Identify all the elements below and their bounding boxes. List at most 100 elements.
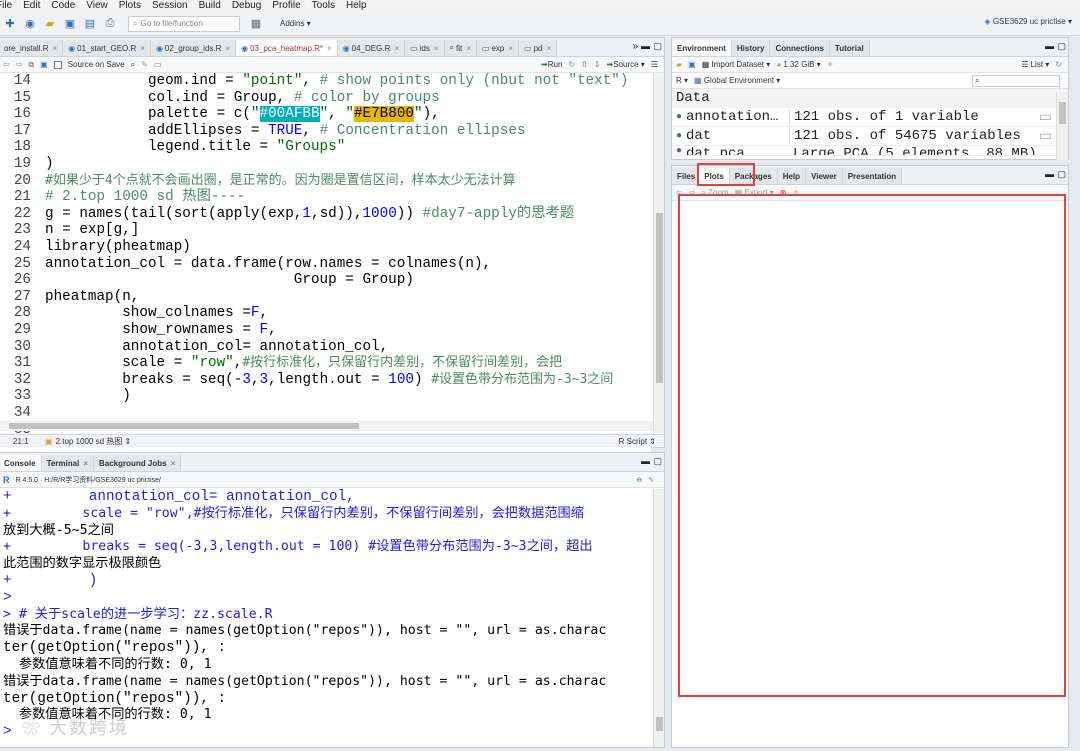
minimize-icon[interactable]: ▬: [641, 456, 650, 466]
goto-file-input[interactable]: ⌕ Go to file/function: [128, 15, 240, 32]
table-view-icon[interactable]: ▭: [1039, 109, 1052, 126]
save-icon[interactable]: ▣: [40, 60, 48, 69]
memory-usage[interactable]: ◕ 1.32 GiB ▾: [776, 60, 820, 69]
tab-exp[interactable]: ▭ exp ×: [476, 40, 520, 56]
tab-terminal[interactable]: Terminal ×: [41, 455, 94, 471]
editor-scrollbar[interactable]: [653, 73, 664, 435]
menu-session[interactable]: Session: [152, 0, 188, 12]
close-icon[interactable]: ×: [171, 459, 176, 468]
tab-connections[interactable]: Connections: [770, 40, 830, 56]
notebook-icon[interactable]: ▭: [154, 60, 162, 69]
env-scrollbar[interactable]: [1056, 92, 1068, 160]
env-row[interactable]: ● annotation… 121 obs. of 1 variable ▭: [672, 108, 1068, 127]
editor-hscroll-thumb[interactable]: [9, 423, 359, 429]
close-icon[interactable]: ×: [52, 44, 57, 53]
close-icon[interactable]: ×: [140, 44, 145, 53]
print-icon[interactable]: ⎙: [102, 17, 118, 31]
open-folder-icon[interactable]: ▰: [42, 17, 58, 31]
close-icon[interactable]: ×: [327, 44, 332, 53]
maximize-icon[interactable]: ▢: [1057, 41, 1066, 52]
maximize-icon[interactable]: ▢: [653, 456, 662, 467]
addins-menu[interactable]: Addins ▾: [280, 19, 311, 28]
menu-plots[interactable]: Plots: [119, 0, 141, 12]
menu-view[interactable]: View: [86, 0, 108, 12]
tab-console[interactable]: Console: [0, 455, 42, 471]
console-scrollbar[interactable]: [653, 489, 664, 747]
wand-icon[interactable]: ✎: [141, 60, 148, 69]
more-tabs-icon[interactable]: »: [632, 41, 638, 52]
env-row[interactable]: ● dat.pca Large PCA (5 elements, 88 MB): [672, 146, 1068, 156]
rerun-icon[interactable]: ↻: [568, 60, 575, 69]
env-search-input[interactable]: ⌕: [972, 74, 1060, 87]
tab-history[interactable]: History: [731, 40, 771, 56]
source-button[interactable]: ➡Source ▾: [607, 60, 645, 69]
tab-tutorial[interactable]: Tutorial: [829, 40, 870, 56]
code-editor[interactable]: 14 15 16 17 18 19 20 21 22 23 24 25 26 27 28 29 30 31 32 33…: [0, 73, 651, 463]
menu-edit[interactable]: Edit: [23, 0, 40, 12]
menu-debug[interactable]: Debug: [232, 0, 261, 12]
back-icon[interactable]: ⇦: [3, 60, 10, 69]
close-icon[interactable]: ×: [83, 459, 88, 468]
clear-console-icon[interactable]: ✎: [648, 476, 654, 484]
table-view-icon[interactable]: ▭: [1039, 128, 1052, 145]
env-row[interactable]: ● dat 121 obs. of 54675 variables ▭: [672, 127, 1068, 146]
tab-03-pca-heatmap[interactable]: ◉ 03_pca_heatmap.R* ×: [236, 40, 338, 56]
down-icon[interactable]: ⇩: [594, 60, 601, 69]
expand-icon[interactable]: ●: [672, 112, 686, 123]
search-icon[interactable]: ⌕: [131, 60, 135, 70]
save-icon[interactable]: ▣: [62, 17, 78, 31]
env-scroll-thumb[interactable]: [1059, 102, 1066, 124]
stop-icon[interactable]: ⊖: [636, 476, 642, 484]
tab-help[interactable]: Help: [777, 168, 807, 184]
expand-icon[interactable]: ●: [672, 146, 686, 155]
tab-01-start-geo[interactable]: ◉ 01_start_GEO.R ×: [63, 40, 151, 56]
save-icon[interactable]: ▣: [688, 60, 696, 69]
tab-environment[interactable]: Environment: [672, 40, 732, 56]
maximize-icon[interactable]: ▢: [653, 41, 662, 52]
new-project-icon[interactable]: ◉: [22, 17, 38, 31]
file-type-menu[interactable]: R Script ⇕: [619, 437, 656, 446]
menu-file[interactable]: File: [0, 0, 12, 12]
broom-icon[interactable]: ✧: [827, 60, 834, 69]
menu-build[interactable]: Build: [199, 0, 221, 12]
up-icon[interactable]: ⇧: [581, 60, 588, 69]
import-dataset-button[interactable]: ▦ Import Dataset ▾: [702, 60, 771, 69]
show-in-window-icon[interactable]: ⧉: [28, 60, 34, 70]
refresh-icon[interactable]: ↻: [1055, 60, 1062, 69]
grid-layout-icon[interactable]: ▦: [248, 17, 264, 31]
tab-fit[interactable]: ⌕ fit ×: [444, 40, 477, 56]
minimize-icon[interactable]: ▬: [1045, 41, 1054, 51]
close-icon[interactable]: ×: [466, 44, 471, 53]
close-icon[interactable]: ×: [508, 44, 513, 53]
console-scroll-thumb[interactable]: [656, 717, 663, 731]
tab-presentation[interactable]: Presentation: [842, 168, 903, 184]
language-menu[interactable]: R ▾: [676, 76, 688, 85]
outline-icon[interactable]: ☰: [651, 60, 658, 69]
close-icon[interactable]: ×: [547, 44, 552, 53]
close-icon[interactable]: ×: [394, 44, 399, 53]
close-icon[interactable]: ×: [225, 44, 230, 53]
maximize-icon[interactable]: ▢: [1057, 169, 1066, 180]
tab-files[interactable]: Files: [672, 168, 700, 184]
menu-tools[interactable]: Tools: [312, 0, 335, 12]
source-on-save-checkbox[interactable]: [53, 60, 62, 69]
tab-viewer[interactable]: Viewer: [806, 168, 843, 184]
tab-ids[interactable]: ▭ ids ×: [405, 40, 445, 56]
editor-hscrollbar[interactable]: [0, 421, 653, 431]
menu-profile[interactable]: Profile: [272, 0, 300, 12]
global-env-menu[interactable]: ▦ Global Environment ▾: [694, 76, 780, 85]
open-folder-icon[interactable]: ▰: [676, 60, 682, 69]
menu-code[interactable]: Code: [51, 0, 75, 12]
section-menu[interactable]: 2.top 1000 sd 热图 ⇕: [56, 436, 132, 447]
editor-scroll-thumb[interactable]: [656, 213, 663, 383]
minimize-icon[interactable]: ▬: [1045, 169, 1054, 179]
project-menu[interactable]: ◈ GSE3629 uc prictise ▾: [984, 17, 1072, 26]
forward-icon[interactable]: ⇨: [16, 60, 23, 69]
expand-icon[interactable]: ●: [672, 131, 686, 142]
console-output[interactable]: + annotation_col= annotation_col, + scale…: [0, 489, 651, 751]
tab-pd[interactable]: ▭ pd ×: [519, 40, 558, 56]
menu-help[interactable]: Help: [346, 0, 367, 12]
close-icon[interactable]: ×: [434, 44, 439, 53]
tab-04-deg[interactable]: ◉ 04_DEG.R ×: [337, 40, 406, 56]
minimize-icon[interactable]: ▬: [641, 41, 650, 51]
